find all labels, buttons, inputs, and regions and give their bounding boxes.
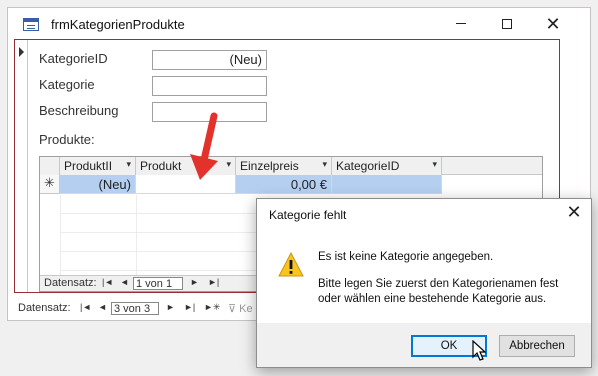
next-record-button[interactable]: ► [166, 302, 175, 312]
dialog-close-icon[interactable]: ✕ [563, 202, 585, 223]
kategorie-id-label: KategorieID [39, 51, 108, 66]
kategorie-field[interactable] [152, 76, 267, 96]
filter-button[interactable]: ⊽ Ke [228, 302, 253, 315]
first-record-button[interactable]: |◄ [80, 302, 91, 312]
current-record-input[interactable]: 1 von 1 [133, 277, 183, 290]
select-all-corner[interactable] [40, 157, 60, 175]
filter-icon: ⊽ [228, 303, 237, 315]
maximize-button[interactable] [484, 8, 530, 39]
dialog-message-primary: Es ist keine Kategorie angegeben. [318, 251, 494, 263]
next-record-button[interactable]: ► [190, 277, 199, 287]
first-record-button[interactable]: |◄ [102, 277, 113, 287]
mouse-cursor-icon [472, 340, 486, 361]
new-record-button[interactable]: ►✳ [204, 302, 220, 313]
kategorie-id-field[interactable]: (Neu) [152, 50, 267, 70]
last-record-button[interactable]: ►| [208, 277, 219, 287]
beschreibung-label: Beschreibung [39, 103, 119, 118]
red-arrow-annotation [190, 112, 218, 180]
previous-record-button[interactable]: ◄ [98, 302, 107, 312]
close-icon: ✕ [545, 13, 561, 34]
minimize-button[interactable] [438, 8, 484, 39]
last-record-button[interactable]: ►| [184, 302, 195, 312]
cancel-button[interactable]: Abbrechen [499, 335, 575, 357]
form-icon [23, 18, 39, 31]
grid-line [136, 195, 137, 277]
dropdown-icon[interactable]: ▾ [322, 159, 327, 170]
produkte-label: Produkte: [39, 132, 95, 147]
record-selector[interactable] [15, 40, 28, 292]
maximize-icon [502, 18, 512, 29]
current-record-icon [19, 47, 24, 57]
datasheet-header: ProduktII ▾ Produkt ▾ Einzelpreis ▾ Kategor… [40, 157, 542, 175]
dialog-button-bar: OK Abbrechen [257, 323, 591, 367]
warning-icon [278, 252, 304, 277]
close-button[interactable]: ✕ [530, 8, 576, 39]
previous-record-button[interactable]: ◄ [120, 277, 129, 287]
kategorie-label: Kategorie [39, 77, 95, 92]
column-header-kategorie-id[interactable]: KategorieID ▾ [332, 157, 442, 175]
kategorie-fehlt-dialog: Kategorie fehlt ✕ Es ist keine Kategorie… [256, 198, 592, 368]
column-header-produkt-id[interactable]: ProduktII ▾ [60, 157, 136, 175]
dropdown-icon[interactable]: ▾ [126, 159, 131, 170]
dialog-title: Kategorie fehlt [269, 208, 347, 222]
column-header-einzelpreis[interactable]: Einzelpreis ▾ [236, 157, 332, 175]
record-nav-label: Datensatz: [18, 302, 71, 314]
window-title: frmKategorienProdukte [51, 17, 185, 32]
title-bar[interactable]: frmKategorienProdukte ✕ [8, 8, 590, 39]
cell-einzelpreis[interactable]: 0,00 € [236, 175, 332, 194]
current-record-input[interactable]: 3 von 3 [111, 302, 159, 315]
minimize-icon [456, 23, 466, 24]
grid-line [60, 195, 61, 277]
record-nav-label: Datensatz: [44, 277, 97, 289]
cell-produkt-id[interactable]: (Neu) [60, 175, 136, 194]
dialog-message-secondary: Bitte legen Sie zuerst den Kategoriename… [318, 278, 559, 305]
cell-kategorie-id[interactable] [332, 175, 442, 194]
new-record-selector[interactable]: ✳ [40, 175, 60, 194]
dropdown-icon[interactable]: ▾ [432, 159, 437, 170]
